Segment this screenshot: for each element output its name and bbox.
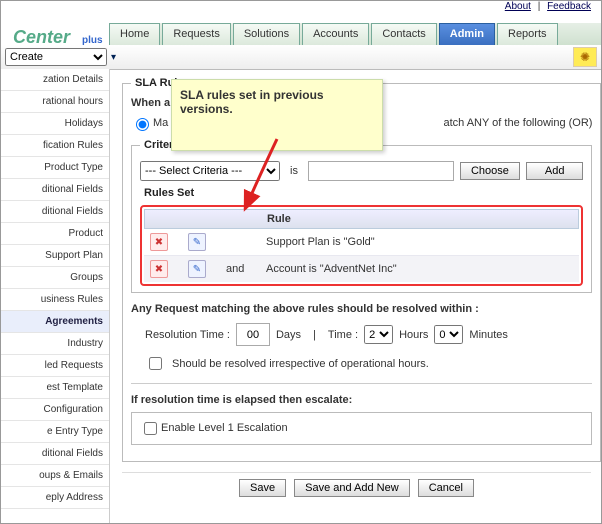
resolution-time-label: Resolution Time :	[145, 329, 230, 341]
sidebar-item[interactable]: Product Type	[1, 157, 109, 179]
feedback-link[interactable]: Feedback	[547, 1, 591, 12]
days-input[interactable]	[236, 323, 270, 346]
sidebar-item[interactable]: e Entry Type	[1, 421, 109, 443]
sidebar-item[interactable]: Industry	[1, 333, 109, 355]
rules-header-row: Rule	[144, 209, 579, 229]
sidebar-item[interactable]: Groups	[1, 267, 109, 289]
sidebar-item[interactable]: led Requests	[1, 355, 109, 377]
tab-contacts[interactable]: Contacts	[371, 23, 436, 45]
rules-highlight-box: Rule ✖✎Support Plan is "Gold"✖✎andAccoun…	[140, 205, 583, 286]
sidebar-item[interactable]: ditional Fields	[1, 443, 109, 465]
cancel-button[interactable]: Cancel	[418, 479, 474, 497]
rule-row: ✖✎andAccount is "AdventNet Inc"	[144, 256, 579, 282]
rule-row: ✖✎Support Plan is "Gold"	[144, 229, 579, 256]
sidebar-item[interactable]: eply Address	[1, 487, 109, 509]
resolve-heading: Any Request matching the above rules sho…	[131, 303, 592, 315]
add-button[interactable]: Add	[526, 162, 584, 180]
sidebar-item[interactable]: Agreements	[1, 311, 109, 333]
sidebar-item[interactable]: rational hours	[1, 91, 109, 113]
sidebar-item[interactable]: Configuration	[1, 399, 109, 421]
sidebar-item[interactable]: est Template	[1, 377, 109, 399]
minutes-select[interactable]: 0	[434, 325, 463, 344]
create-dropdown[interactable]: Create	[5, 48, 107, 66]
alert-icon[interactable]: ✺	[573, 47, 597, 67]
tab-solutions[interactable]: Solutions	[233, 23, 300, 45]
rules-set-legend: Rules Set	[140, 187, 583, 199]
sidebar-item[interactable]: Support Plan	[1, 245, 109, 267]
criteria-value-input[interactable]	[308, 161, 454, 181]
sidebar-item[interactable]: ditional Fields	[1, 179, 109, 201]
match-all-radio[interactable]: Ma	[131, 115, 168, 131]
tab-requests[interactable]: Requests	[162, 23, 230, 45]
irrespective-checkbox[interactable]: Should be resolved irrespective of opera…	[145, 354, 592, 373]
sidebar-item[interactable]: ditional Fields	[1, 201, 109, 223]
brand-logo: Centerplus	[1, 19, 103, 43]
tab-accounts[interactable]: Accounts	[302, 23, 369, 45]
tab-admin[interactable]: Admin	[439, 23, 495, 45]
is-label: is	[290, 165, 298, 177]
action-buttons: Save Save and Add New Cancel	[122, 472, 591, 503]
about-link[interactable]: About	[505, 1, 531, 12]
tab-reports[interactable]: Reports	[497, 23, 558, 45]
enable-l1-checkbox[interactable]: Enable Level 1 Escalation	[140, 422, 288, 434]
edit-icon[interactable]: ✎	[188, 260, 206, 278]
time-label: Time :	[328, 329, 358, 341]
delete-icon[interactable]: ✖	[150, 233, 168, 251]
tab-home[interactable]: Home	[109, 23, 160, 45]
sidebar-item[interactable]: Product	[1, 223, 109, 245]
hours-select[interactable]: 2	[364, 325, 393, 344]
sidebar-nav: zation Detailsrational hoursHolidaysfica…	[1, 69, 110, 523]
save-add-new-button[interactable]: Save and Add New	[294, 479, 410, 497]
choose-button[interactable]: Choose	[460, 162, 520, 180]
sidebar-item[interactable]: fication Rules	[1, 135, 109, 157]
delete-icon[interactable]: ✖	[150, 260, 168, 278]
sidebar-item[interactable]: zation Details	[1, 69, 109, 91]
criteria-fieldset: Criteri --- Select Criteria --- is Choos…	[131, 139, 592, 293]
annotation-arrow-icon	[239, 137, 289, 217]
sidebar-item[interactable]: Holidays	[1, 113, 109, 135]
sidebar-item[interactable]: usiness Rules	[1, 289, 109, 311]
save-button[interactable]: Save	[239, 479, 286, 497]
edit-icon[interactable]: ✎	[188, 233, 206, 251]
sidebar-item[interactable]: oups & Emails	[1, 465, 109, 487]
escalate-heading: If resolution time is elapsed then escal…	[131, 394, 592, 406]
match-any-radio[interactable]: atch ANY of the following (OR)	[443, 117, 592, 129]
chevron-down-icon: ▾	[111, 52, 116, 63]
main-tabs: HomeRequestsSolutionsAccountsContactsAdm…	[109, 23, 601, 46]
sub-toolbar: Create ▾ ✺	[1, 45, 601, 70]
